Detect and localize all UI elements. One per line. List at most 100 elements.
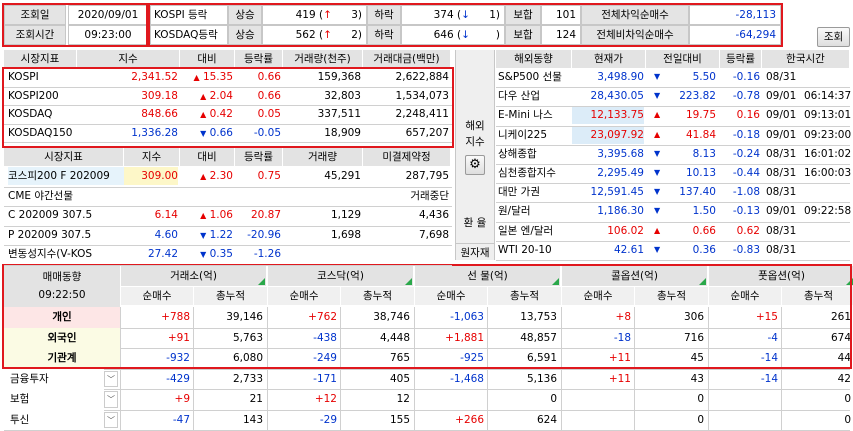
overseas-row-change: ▼ 137.40 [646, 183, 716, 201]
row-divider [496, 240, 850, 242]
overseas-row-price: 1,186.30 [597, 205, 644, 218]
overseas-row-date: 09/01 [766, 109, 797, 122]
down-triangle-icon: ▼ [654, 91, 661, 101]
overseas-index-button[interactable]: 해외 지수 [455, 118, 495, 150]
row-divider [496, 125, 850, 127]
commodity-button[interactable]: 원자재 [455, 243, 495, 262]
fx-button[interactable]: 환 율 [455, 214, 495, 232]
settings-gear-icon[interactable]: ⚙ [465, 155, 485, 175]
row-divider [4, 123, 452, 125]
column-header: 거래대금(백만) [363, 50, 451, 68]
down-triangle-icon: ▼ [654, 187, 661, 197]
deriv-row-change: ▼ 1.22 [180, 226, 233, 245]
row-divider [496, 183, 850, 185]
overseas-row-date: 09/01 [766, 205, 797, 218]
flow-row-name: 투신 [4, 409, 104, 430]
flow-cell: -14 [760, 372, 778, 385]
deriv-row-oi: 7,698 [418, 228, 449, 241]
flow-cell: 0 [844, 413, 851, 426]
query-button[interactable]: 조회 [817, 27, 850, 47]
overseas-row-change: ▲ 41.84 [646, 126, 716, 144]
deriv-change-value: 0.35 [209, 248, 233, 260]
column-header: 거래량 [283, 148, 363, 166]
overseas-row-date: 08/31 [766, 224, 797, 237]
column-header: 해외동향 [496, 50, 572, 68]
column-header: 미결제약정 [363, 148, 451, 166]
overseas-row-price: 42.61 [613, 243, 644, 256]
flow-cell: 0 [550, 393, 557, 405]
column-header: 등락률 [235, 148, 283, 166]
flow-cell: +266 [455, 413, 484, 426]
row-divider [496, 164, 850, 165]
overseas-label-line1: 해외 [465, 120, 485, 132]
overseas-change-value: 223.82 [679, 90, 716, 103]
flow-cell: 0 [697, 413, 704, 426]
overseas-row-rate: -0.16 [732, 71, 760, 83]
flow-cell [561, 389, 631, 410]
row-divider [4, 105, 452, 106]
deriv-change-value: 1.06 [209, 209, 233, 221]
overseas-row-price: 23,097.92 [572, 125, 644, 144]
row-expand-chevron-icon: ﹀ [104, 411, 118, 428]
overseas-row-date: 08/31 [766, 186, 797, 199]
overseas-row-change: ▼ 223.82 [646, 87, 716, 105]
overseas-row-date: 08/31 [766, 243, 797, 256]
flow-cell: +11 [608, 372, 631, 385]
flow-cell: -429 [166, 372, 190, 385]
overseas-row-time: 09:13:01 [804, 109, 852, 122]
row-divider [496, 87, 850, 89]
flow-cell: 405 [389, 372, 410, 385]
overseas-row-change: ▼ 8.13 [646, 145, 716, 163]
flow-cell [708, 410, 778, 431]
flow-cell: 2,733 [232, 372, 263, 385]
overseas-row-rate: -0.83 [732, 243, 760, 256]
row-expand-chevron-icon: ﹀ [104, 370, 118, 387]
overseas-row-date: 08/31 [766, 147, 797, 160]
overseas-row-rate: -0.13 [732, 205, 760, 218]
column-header: 거래량(천주) [283, 50, 363, 68]
deriv-row-index: 6.14 [154, 209, 178, 221]
overseas-row-rate: 0.16 [736, 109, 760, 122]
row-expand-chevron-icon: ﹀ [104, 391, 118, 408]
deriv-row-name: C 202009 307.5 [8, 209, 93, 221]
row-divider [496, 106, 850, 108]
deriv-row-change: ▲ 1.06 [180, 206, 233, 225]
column-header: 시장지표 [4, 148, 124, 166]
row-divider [4, 186, 452, 188]
market-highlight-frame [2, 67, 454, 148]
overseas-row-price: 12,591.45 [590, 186, 644, 199]
row-divider [4, 245, 452, 246]
flow-cell: 42 [837, 372, 851, 385]
flow-cell: -47 [172, 413, 190, 426]
deriv-row-change: ▼ 0.35 [180, 245, 233, 264]
overseas-row-change: ▼ 5.50 [646, 68, 716, 86]
flow-cell: 155 [389, 413, 410, 426]
overseas-row-price: 28,430.05 [590, 90, 644, 103]
up-triangle-icon: ▲ [200, 172, 207, 181]
flow-cell: 12 [396, 393, 410, 405]
overseas-row-change: ▲ 19.75 [646, 106, 716, 124]
flow-cell: +9 [174, 393, 190, 405]
overseas-row-time: 16:00:03 [804, 167, 852, 179]
flow-cell [708, 389, 778, 410]
flow-cell: -29 [319, 413, 337, 426]
overseas-row-change: ▼ 1.50 [646, 202, 716, 220]
flow-cell: 0 [844, 393, 851, 405]
deriv-row-rate: 20.87 [250, 209, 281, 221]
overseas-row-name: 니케이225 [498, 128, 548, 141]
overseas-row-price: 2,295.49 [597, 167, 644, 179]
down-triangle-icon: ▼ [200, 230, 207, 240]
overseas-row-price: 3,498.90 [597, 71, 644, 83]
flow-cell: 21 [249, 393, 263, 405]
overseas-row-rate: -0.24 [732, 147, 760, 160]
overseas-row-date: 08/31 [766, 167, 797, 179]
flow-cell [414, 389, 484, 410]
deriv-row-name: CME 야간선물 [8, 189, 74, 202]
row-divider [496, 144, 850, 146]
deriv-row-rate: -1.26 [253, 248, 281, 260]
column-header: 시장지표 [4, 50, 77, 68]
overseas-row-change: ▼ 0.36 [646, 241, 716, 259]
column-header: 한국시간 [762, 50, 850, 68]
overseas-row-date: 09/01 [766, 90, 797, 103]
flow-cell: 43 [690, 372, 704, 385]
